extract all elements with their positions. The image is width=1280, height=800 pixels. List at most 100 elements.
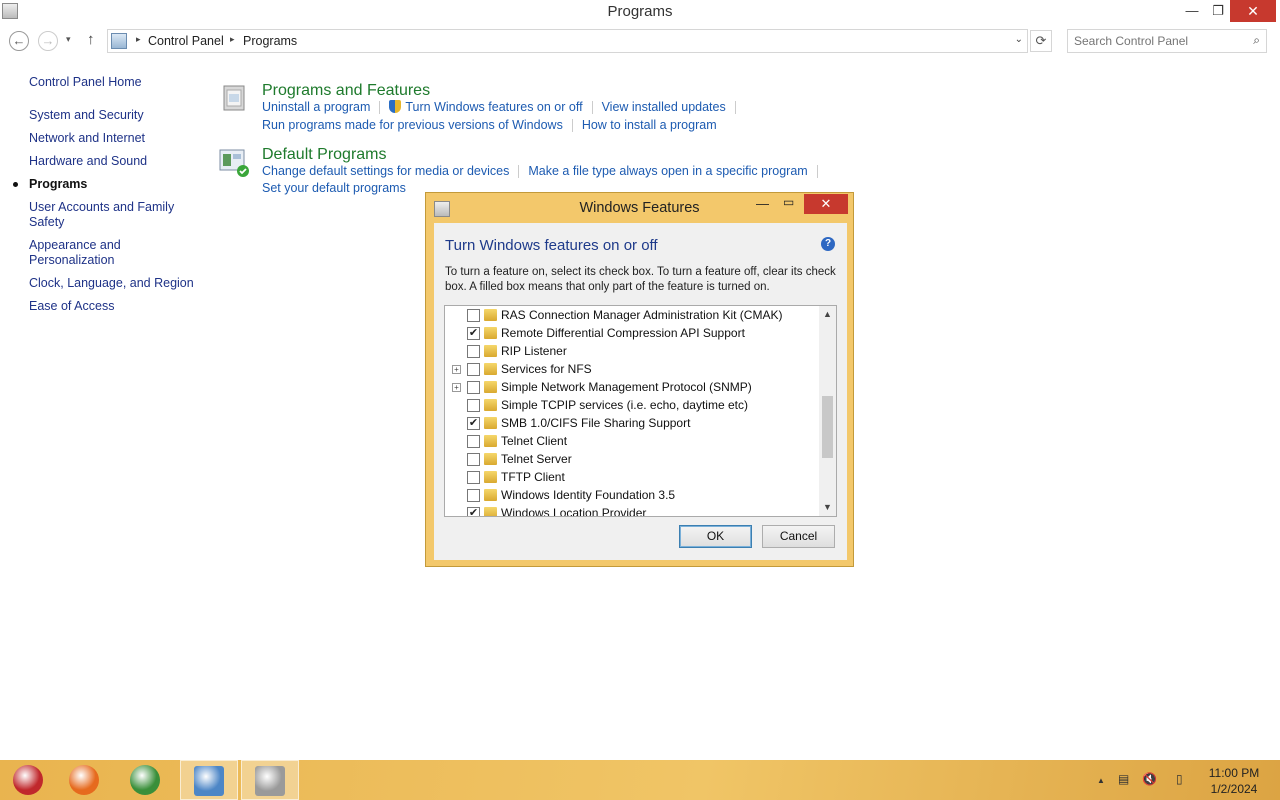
forward-button[interactable]: → bbox=[38, 31, 58, 51]
tree-scrollbar[interactable]: ▲ ▼ bbox=[819, 306, 836, 516]
taskbar-button[interactable] bbox=[56, 760, 114, 800]
refresh-button[interactable]: ⟳ bbox=[1030, 30, 1052, 52]
feature-checkbox[interactable] bbox=[467, 471, 480, 484]
feature-label: Telnet Client bbox=[501, 434, 568, 448]
nav-hardware-and-sound[interactable]: Hardware and Sound bbox=[29, 154, 199, 169]
taskbar-button[interactable] bbox=[117, 760, 175, 800]
feature-checkbox[interactable] bbox=[467, 345, 480, 358]
nav-ease-of-access[interactable]: Ease of Access bbox=[29, 299, 199, 314]
feature-checkbox[interactable]: ✔ bbox=[467, 327, 480, 340]
nav-user-accounts[interactable]: User Accounts and Family Safety bbox=[29, 200, 179, 230]
help-icon[interactable]: ? bbox=[821, 237, 835, 251]
dialog-description: To turn a feature on, select its check b… bbox=[445, 266, 836, 293]
control-panel-icon bbox=[111, 33, 127, 49]
feature-row[interactable]: Telnet Client bbox=[445, 432, 819, 450]
feature-checkbox[interactable]: ✔ bbox=[467, 417, 480, 430]
address-bar[interactable]: ▸ Control Panel ▸ Programs ⌄ bbox=[107, 29, 1028, 53]
folder-icon bbox=[484, 453, 497, 465]
view-installed-updates-link[interactable]: View installed updates bbox=[602, 100, 726, 114]
feature-checkbox[interactable] bbox=[467, 363, 480, 376]
feature-row[interactable]: + Simple Network Management Protocol (SNM… bbox=[445, 378, 819, 396]
feature-label: Windows Location Provider bbox=[501, 506, 647, 517]
feature-row[interactable]: Simple TCPIP services (i.e. echo, daytim… bbox=[445, 396, 819, 414]
network-icon[interactable]: ▤ bbox=[1118, 772, 1129, 786]
feature-checkbox[interactable] bbox=[467, 381, 480, 394]
nav-network-and-internet[interactable]: Network and Internet bbox=[29, 131, 199, 146]
cancel-button[interactable]: Cancel bbox=[762, 525, 835, 548]
taskbar-button[interactable] bbox=[180, 760, 238, 800]
search-box[interactable]: ⌕ bbox=[1067, 29, 1267, 53]
feature-checkbox[interactable] bbox=[467, 489, 480, 502]
change-default-settings-link[interactable]: Change default settings for media or dev… bbox=[262, 164, 509, 178]
search-input[interactable] bbox=[1074, 31, 1244, 51]
address-dropdown-icon[interactable]: ⌄ bbox=[1015, 34, 1023, 45]
how-to-install-link[interactable]: How to install a program bbox=[582, 118, 717, 132]
folder-icon bbox=[484, 327, 497, 339]
feature-checkbox[interactable] bbox=[467, 435, 480, 448]
tray-overflow-chevron-icon[interactable]: ▲ bbox=[1097, 776, 1105, 785]
clock-date: 1/2/2024 bbox=[1210, 782, 1258, 796]
features-tree[interactable]: RAS Connection Manager Administration Ki… bbox=[444, 305, 837, 517]
programs-and-features-title[interactable]: Programs and Features bbox=[262, 82, 430, 100]
breadcrumb-separator-icon[interactable]: ▸ bbox=[230, 34, 235, 45]
feature-row[interactable]: Telnet Server bbox=[445, 450, 819, 468]
breadcrumb-control-panel[interactable]: Control Panel bbox=[148, 34, 224, 48]
feature-checkbox[interactable] bbox=[467, 309, 480, 322]
taskbar-button[interactable] bbox=[0, 760, 58, 800]
feature-label: RAS Connection Manager Administration Ki… bbox=[501, 308, 783, 322]
search-icon[interactable]: ⌕ bbox=[1253, 33, 1260, 48]
back-button[interactable]: ← bbox=[9, 31, 29, 51]
nav-control-panel-home[interactable]: Control Panel Home bbox=[29, 75, 199, 90]
feature-checkbox[interactable]: ✔ bbox=[467, 507, 480, 516]
file-type-association-link[interactable]: Make a file type always open in a specif… bbox=[528, 164, 807, 178]
volume-muted-icon[interactable]: 🔇 bbox=[1142, 772, 1157, 786]
nav-system-and-security[interactable]: System and Security bbox=[29, 108, 199, 123]
feature-row[interactable]: ✔ Windows Location Provider bbox=[445, 504, 819, 517]
feature-row[interactable]: TFTP Client bbox=[445, 468, 819, 486]
dialog-body: Turn Windows features on or off ? To tur… bbox=[434, 223, 847, 560]
up-button[interactable]: ↑ bbox=[87, 31, 95, 48]
feature-row[interactable]: + Services for NFS bbox=[445, 360, 819, 378]
scroll-up-icon[interactable]: ▲ bbox=[819, 306, 836, 323]
restore-button[interactable]: ❐ bbox=[1203, 0, 1233, 22]
dialog-minimize-button[interactable]: — bbox=[756, 196, 769, 211]
control-panel-icon bbox=[194, 766, 224, 796]
uac-shield-icon bbox=[389, 100, 402, 113]
feature-checkbox[interactable] bbox=[467, 399, 480, 412]
breadcrumb-programs[interactable]: Programs bbox=[243, 34, 297, 48]
close-button[interactable]: ✕ bbox=[1230, 0, 1276, 22]
feature-label: Remote Differential Compression API Supp… bbox=[501, 326, 745, 340]
taskbar-clock[interactable]: 11:00 PM 1/2/2024 bbox=[1199, 765, 1269, 797]
nav-programs[interactable]: Programs bbox=[13, 177, 199, 192]
link-divider bbox=[816, 165, 818, 179]
recent-locations-chevron-icon[interactable]: ▾ bbox=[66, 34, 71, 45]
ok-button[interactable]: OK bbox=[679, 525, 752, 548]
link-divider bbox=[734, 101, 736, 115]
feature-row[interactable]: Windows Identity Foundation 3.5 bbox=[445, 486, 819, 504]
feature-row[interactable]: RAS Connection Manager Administration Ki… bbox=[445, 306, 819, 324]
feature-label: SMB 1.0/CIFS File Sharing Support bbox=[501, 416, 691, 430]
folder-icon bbox=[484, 363, 497, 375]
programs-and-features-icon bbox=[223, 85, 245, 111]
nav-clock-language-region[interactable]: Clock, Language, and Region bbox=[29, 276, 199, 291]
feature-checkbox[interactable] bbox=[467, 453, 480, 466]
scroll-down-icon[interactable]: ▼ bbox=[819, 499, 836, 516]
default-programs-title[interactable]: Default Programs bbox=[262, 146, 387, 164]
uninstall-program-link[interactable]: Uninstall a program bbox=[262, 100, 370, 114]
nav-appearance[interactable]: Appearance and Personalization bbox=[29, 238, 139, 268]
dialog-maximize-button[interactable]: ▭ bbox=[783, 195, 794, 209]
turn-windows-features-link[interactable]: Turn Windows features on or off bbox=[405, 100, 582, 114]
feature-row[interactable]: RIP Listener bbox=[445, 342, 819, 360]
feature-row[interactable]: ✔ Remote Differential Compression API Sup… bbox=[445, 324, 819, 342]
scroll-thumb[interactable] bbox=[822, 396, 833, 458]
expand-icon[interactable]: + bbox=[452, 383, 461, 392]
power-icon[interactable]: ▯ bbox=[1176, 772, 1183, 786]
set-default-programs-link[interactable]: Set your default programs bbox=[262, 181, 406, 195]
breadcrumb-separator-icon[interactable]: ▸ bbox=[136, 34, 141, 45]
feature-row[interactable]: ✔ SMB 1.0/CIFS File Sharing Support bbox=[445, 414, 819, 432]
expand-icon[interactable]: + bbox=[452, 365, 461, 374]
dialog-close-button[interactable]: ✕ bbox=[804, 194, 848, 214]
run-previous-versions-link[interactable]: Run programs made for previous versions … bbox=[262, 118, 563, 132]
taskbar-button[interactable] bbox=[241, 760, 299, 800]
link-divider bbox=[379, 101, 381, 115]
